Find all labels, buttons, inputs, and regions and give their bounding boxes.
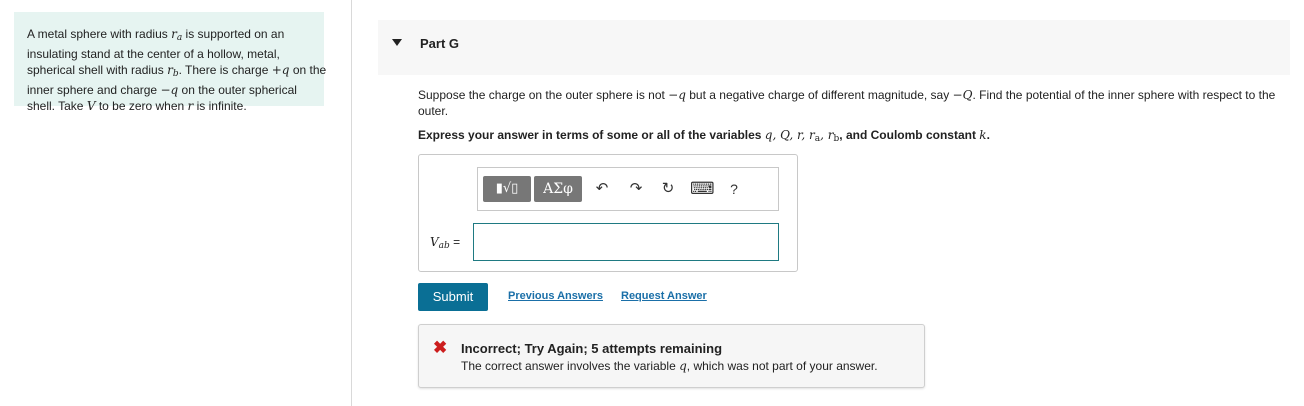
intro-text-1: A metal sphere with radius	[27, 27, 172, 41]
submit-button[interactable]: Submit	[418, 283, 488, 311]
part-title: Part G	[420, 36, 460, 51]
question-symbol-minus-q: −q	[668, 88, 686, 102]
problem-intro-text: A metal sphere with radius ra is support…	[27, 26, 327, 114]
feedback-var: q	[679, 359, 687, 373]
instruction-text-1: Express your answer in terms of some or …	[418, 128, 765, 142]
answer-variable-label: Vab =	[430, 235, 460, 251]
keyboard-icon[interactable]: ⌨	[690, 176, 715, 202]
part-header[interactable]: Part G	[378, 20, 1290, 75]
instruction-text-3: .	[986, 128, 990, 142]
question-text-1: Suppose the charge on the outer sphere i…	[418, 88, 669, 102]
column-divider	[351, 0, 352, 406]
greek-symbols-button[interactable]: ΑΣφ	[534, 176, 582, 202]
math-toolbar: ▮√▯ ΑΣφ ↶ ↷ ↻ ⌨ ?	[477, 167, 779, 211]
previous-answers-link[interactable]: Previous Answers	[508, 290, 603, 302]
templates-button[interactable]: ▮√▯	[483, 176, 531, 202]
intro-text-3: . There is charge	[178, 63, 272, 77]
feedback-title: Incorrect; Try Again; 5 attempts remaini…	[461, 341, 723, 356]
symbol-minus-q: −q	[160, 83, 179, 97]
question-symbol-minus-big-q: −Q	[952, 88, 973, 102]
intro-text-6: to be zero when	[95, 99, 188, 113]
redo-icon[interactable]: ↷	[624, 176, 648, 202]
feedback-box: ✖ Incorrect; Try Again; 5 attempts remai…	[418, 324, 925, 388]
answer-var: V	[430, 235, 439, 249]
feedback-body: The correct answer involves the variable…	[461, 359, 878, 373]
instruction-vars: q, Q, r, r	[764, 128, 815, 142]
question-text: Suppose the charge on the outer sphere i…	[418, 87, 1288, 119]
answer-equals: =	[449, 235, 461, 249]
reset-icon[interactable]: ↻	[656, 176, 680, 202]
symbol-plus-q: +q	[271, 63, 290, 77]
request-answer-link[interactable]: Request Answer	[621, 290, 707, 302]
intro-text-7: is infinite.	[193, 99, 247, 113]
answer-instruction: Express your answer in terms of some or …	[418, 128, 1288, 144]
answer-input[interactable]	[473, 223, 779, 261]
help-icon[interactable]: ?	[722, 176, 746, 202]
feedback-body-1: The correct answer involves the variable	[461, 359, 680, 373]
instruction-text-2: , and Coulomb constant	[839, 128, 980, 142]
instruction-rb: , r	[820, 128, 834, 142]
answer-panel: ▮√▯ ΑΣφ ↶ ↷ ↻ ⌨ ? Vab =	[418, 154, 798, 272]
answer-var-sub: ab	[438, 241, 450, 251]
error-x-icon: ✖	[433, 338, 448, 357]
feedback-body-2: , which was not part of your answer.	[686, 359, 878, 373]
collapse-caret-icon[interactable]	[392, 39, 402, 46]
instruction-symbol-k: k	[979, 128, 987, 142]
question-text-2: but a negative charge of different magni…	[685, 88, 953, 102]
undo-icon[interactable]: ↶	[590, 176, 614, 202]
problem-intro-box: A metal sphere with radius ra is support…	[14, 12, 326, 113]
